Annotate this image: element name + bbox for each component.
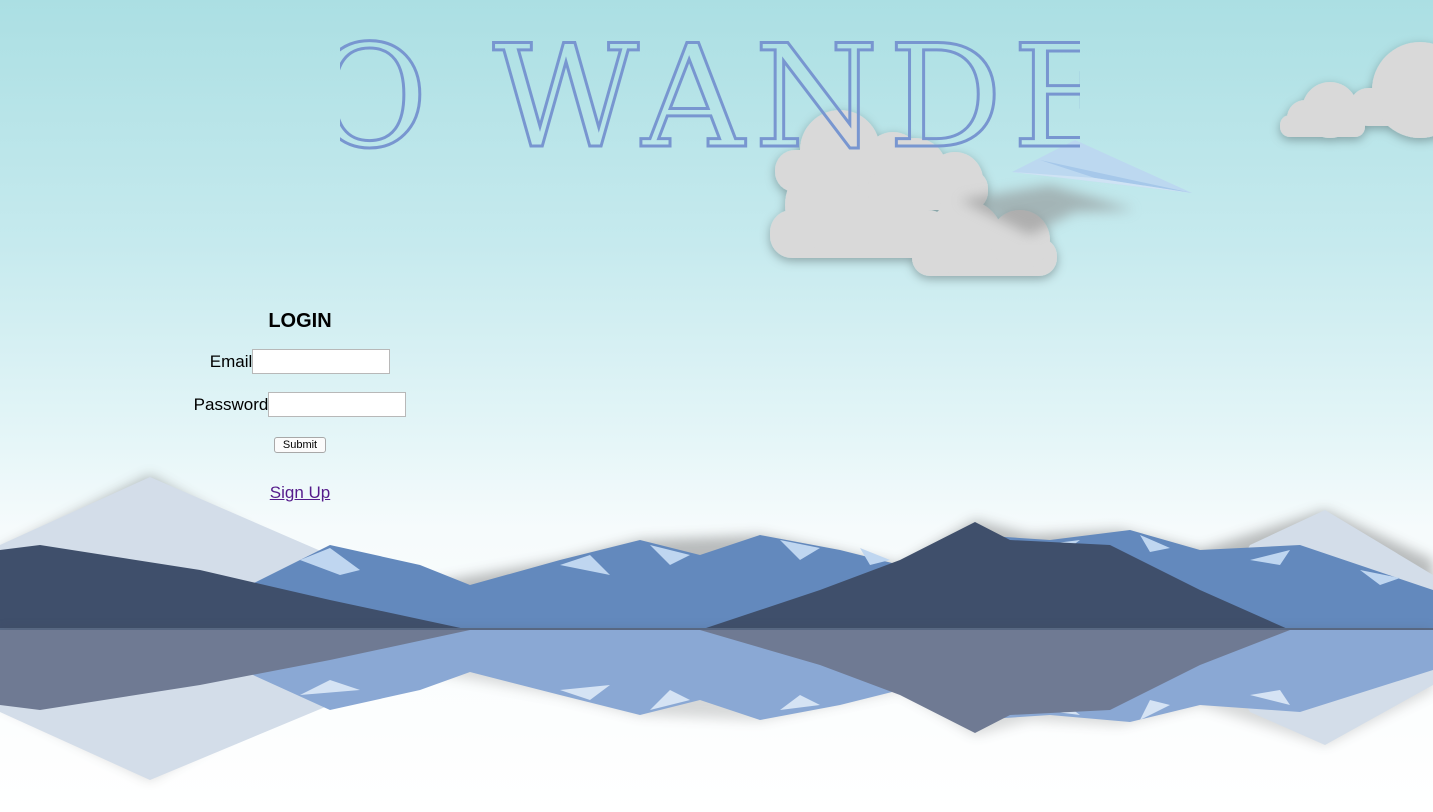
login-heading: LOGIN [268, 310, 332, 332]
cloud-top-right [1280, 42, 1433, 138]
login-form: LOGIN Email Password Submit Sign Up [150, 300, 450, 503]
submit-button[interactable]: Submit [273, 437, 327, 453]
lake-reflection [0, 630, 1433, 780]
sign-up-link[interactable]: Sign Up [270, 483, 330, 503]
brand-title-text: NO WANDER [340, 20, 1080, 170]
email-field[interactable] [252, 349, 391, 374]
password-field[interactable] [268, 392, 407, 417]
submit-row: Submit [150, 435, 450, 453]
password-label: Password [193, 394, 269, 414]
password-row: Password [150, 392, 450, 417]
email-label: Email [209, 351, 253, 371]
email-row: Email [150, 349, 450, 374]
brand-title: NO WANDER [340, 20, 1080, 170]
